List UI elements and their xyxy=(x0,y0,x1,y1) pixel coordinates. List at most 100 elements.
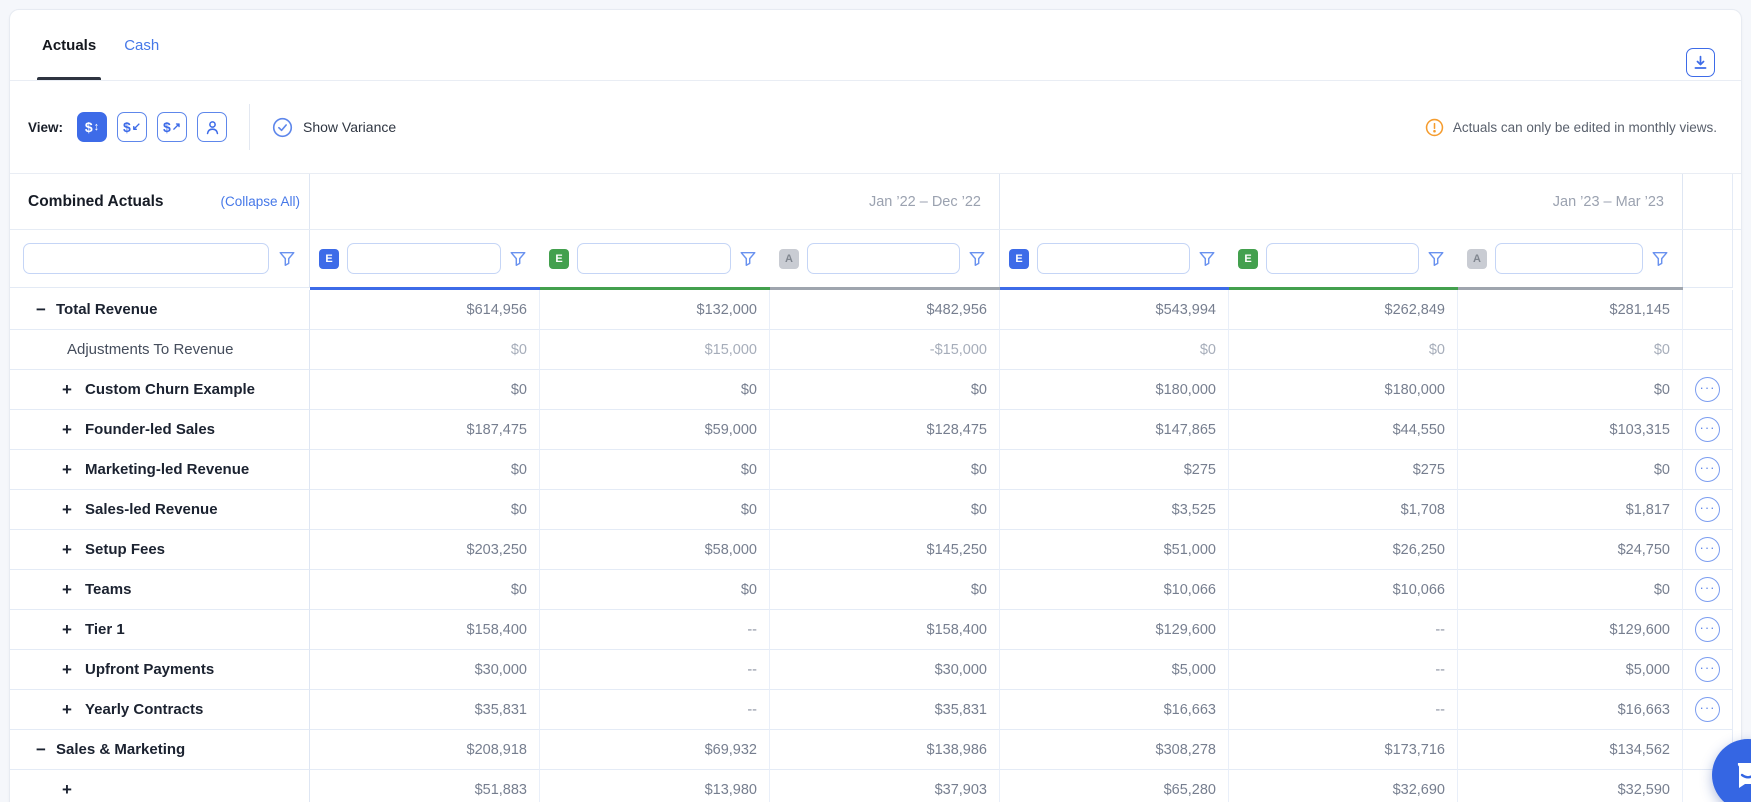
row-expander[interactable]: − xyxy=(32,741,50,758)
row-expander[interactable]: + xyxy=(58,461,76,478)
download-button[interactable] xyxy=(1686,48,1715,77)
value-cell[interactable]: $180,000 xyxy=(1000,370,1229,410)
value-cell[interactable]: $0 xyxy=(540,490,770,530)
tab-cash[interactable]: Cash xyxy=(124,10,159,80)
view-button-dollar-in[interactable]: $↙ xyxy=(117,112,147,142)
value-cell[interactable]: $5,000 xyxy=(1458,650,1683,690)
value-cell[interactable]: $158,400 xyxy=(770,610,1000,650)
view-button-dollar-out[interactable]: $↗ xyxy=(157,112,187,142)
value-cell[interactable]: $0 xyxy=(770,450,1000,490)
value-cell[interactable]: -- xyxy=(540,650,770,690)
value-cell[interactable]: $275 xyxy=(1229,450,1458,490)
view-button-dollar-updown[interactable]: $↕ xyxy=(77,112,107,142)
value-cell[interactable]: $145,250 xyxy=(770,530,1000,570)
row-menu-button[interactable]: ··· xyxy=(1695,457,1720,482)
value-cell[interactable]: $129,600 xyxy=(1000,610,1229,650)
value-cell[interactable]: $65,280 xyxy=(1000,770,1229,802)
row-menu-button[interactable]: ··· xyxy=(1695,377,1720,402)
value-cell[interactable]: $16,663 xyxy=(1000,690,1229,730)
value-cell[interactable]: -- xyxy=(1229,650,1458,690)
row-expander[interactable]: + xyxy=(58,421,76,438)
value-cell[interactable]: $37,903 xyxy=(770,770,1000,802)
column-filter-input[interactable] xyxy=(1495,243,1643,274)
value-cell[interactable]: $0 xyxy=(310,330,540,370)
value-cell[interactable]: $173,716 xyxy=(1229,730,1458,770)
row-menu-button[interactable]: ··· xyxy=(1695,497,1720,522)
row-expander[interactable]: + xyxy=(58,621,76,638)
value-cell[interactable]: $69,932 xyxy=(540,730,770,770)
row-menu-button[interactable]: ··· xyxy=(1695,657,1720,682)
value-cell[interactable]: $0 xyxy=(1000,330,1229,370)
value-cell[interactable]: -- xyxy=(540,690,770,730)
row-expander[interactable]: + xyxy=(58,661,76,678)
value-cell[interactable]: $0 xyxy=(1458,450,1683,490)
value-cell[interactable]: $16,663 xyxy=(1458,690,1683,730)
filter-icon[interactable] xyxy=(739,250,757,268)
collapse-all-link[interactable]: (Collapse All) xyxy=(220,194,300,209)
value-cell[interactable]: $482,956 xyxy=(770,290,1000,330)
row-expander[interactable]: + xyxy=(58,701,76,718)
value-cell[interactable]: $15,000 xyxy=(540,330,770,370)
row-expander[interactable]: + xyxy=(58,381,76,398)
row-menu-button[interactable]: ··· xyxy=(1695,577,1720,602)
value-cell[interactable]: $0 xyxy=(770,490,1000,530)
value-cell[interactable]: $59,000 xyxy=(540,410,770,450)
value-cell[interactable]: $129,600 xyxy=(1458,610,1683,650)
row-menu-button[interactable]: ··· xyxy=(1695,697,1720,722)
value-cell[interactable]: $128,475 xyxy=(770,410,1000,450)
value-cell[interactable]: $3,525 xyxy=(1000,490,1229,530)
value-cell[interactable]: $0 xyxy=(770,370,1000,410)
filter-icon[interactable] xyxy=(509,250,527,268)
value-cell[interactable]: $44,550 xyxy=(1229,410,1458,450)
value-cell[interactable]: $1,817 xyxy=(1458,490,1683,530)
value-cell[interactable]: $0 xyxy=(1458,330,1683,370)
row-expander[interactable]: + xyxy=(58,581,76,598)
value-cell[interactable]: $0 xyxy=(770,570,1000,610)
value-cell[interactable]: -$15,000 xyxy=(770,330,1000,370)
value-cell[interactable]: $51,000 xyxy=(1000,530,1229,570)
value-cell[interactable]: $208,918 xyxy=(310,730,540,770)
value-cell[interactable]: $26,250 xyxy=(1229,530,1458,570)
value-cell[interactable]: $180,000 xyxy=(1229,370,1458,410)
value-cell[interactable]: $308,278 xyxy=(1000,730,1229,770)
value-cell[interactable]: $0 xyxy=(1229,330,1458,370)
value-cell[interactable]: $147,865 xyxy=(1000,410,1229,450)
column-filter-input[interactable] xyxy=(347,243,501,274)
value-cell[interactable]: $275 xyxy=(1000,450,1229,490)
row-menu-button[interactable]: ··· xyxy=(1695,617,1720,642)
show-variance-toggle[interactable]: Show Variance xyxy=(272,117,396,138)
column-filter-input[interactable] xyxy=(1266,243,1419,274)
column-filter-input[interactable] xyxy=(1037,243,1190,274)
value-cell[interactable]: $134,562 xyxy=(1458,730,1683,770)
row-expander[interactable]: + xyxy=(58,781,76,798)
value-cell[interactable]: $35,831 xyxy=(770,690,1000,730)
column-filter-input[interactable] xyxy=(577,243,731,274)
value-cell[interactable]: $0 xyxy=(310,370,540,410)
value-cell[interactable]: $58,000 xyxy=(540,530,770,570)
value-cell[interactable]: $32,590 xyxy=(1458,770,1683,802)
value-cell[interactable]: $158,400 xyxy=(310,610,540,650)
filter-icon[interactable] xyxy=(1198,250,1216,268)
value-cell[interactable]: -- xyxy=(540,610,770,650)
value-cell[interactable]: $51,883 xyxy=(310,770,540,802)
value-cell[interactable]: $0 xyxy=(310,450,540,490)
row-expander[interactable]: − xyxy=(32,301,50,318)
tab-actuals[interactable]: Actuals xyxy=(42,10,96,80)
value-cell[interactable]: $262,849 xyxy=(1229,290,1458,330)
value-cell[interactable]: $32,690 xyxy=(1229,770,1458,802)
row-expander[interactable]: + xyxy=(58,541,76,558)
value-cell[interactable]: $0 xyxy=(1458,570,1683,610)
value-cell[interactable]: $5,000 xyxy=(1000,650,1229,690)
value-cell[interactable]: $13,980 xyxy=(540,770,770,802)
value-cell[interactable]: $24,750 xyxy=(1458,530,1683,570)
value-cell[interactable]: $10,066 xyxy=(1000,570,1229,610)
value-cell[interactable]: $1,708 xyxy=(1229,490,1458,530)
value-cell[interactable]: $281,145 xyxy=(1458,290,1683,330)
value-cell[interactable]: $614,956 xyxy=(310,290,540,330)
view-button-headcount[interactable] xyxy=(197,112,227,142)
value-cell[interactable]: $138,986 xyxy=(770,730,1000,770)
column-filter-input[interactable] xyxy=(807,243,960,274)
filter-icon[interactable] xyxy=(1427,250,1445,268)
value-cell[interactable]: $0 xyxy=(540,370,770,410)
row-menu-button[interactable]: ··· xyxy=(1695,537,1720,562)
